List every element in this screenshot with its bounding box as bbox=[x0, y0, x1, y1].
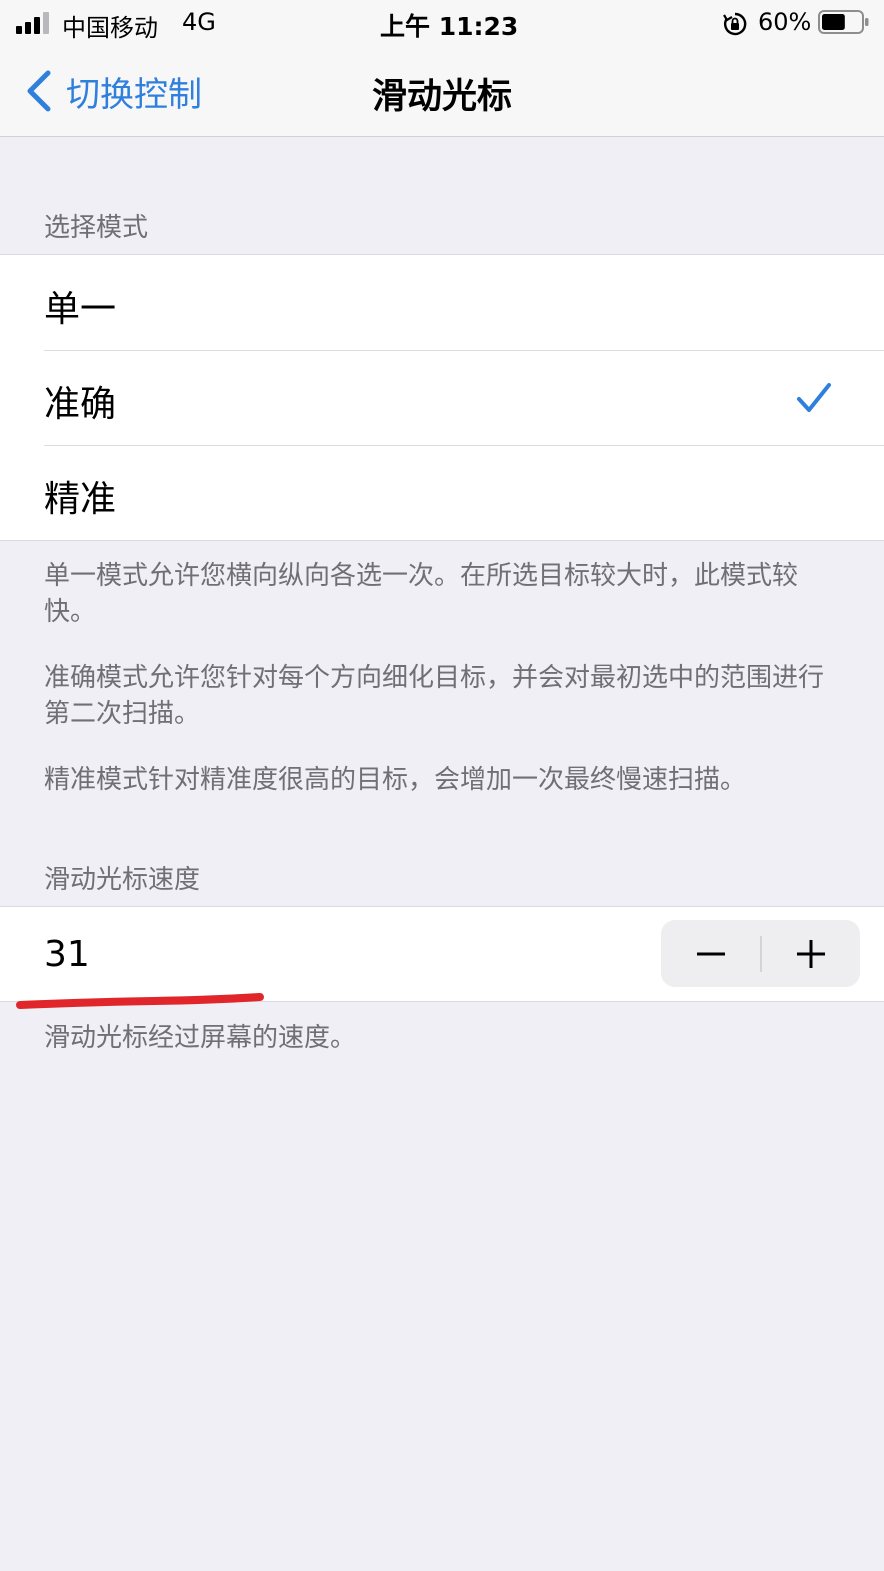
speed-description: 滑动光标经过屏幕的速度。 bbox=[44, 1023, 357, 1053]
section-header-selection-mode: 选择模式 bbox=[44, 213, 149, 243]
page-title: 滑动光标 bbox=[371, 77, 512, 117]
checkmark-icon bbox=[797, 383, 831, 412]
clock: 上午 11:23 bbox=[380, 12, 519, 41]
speed-value: 31 bbox=[44, 934, 90, 975]
option-label: 单一 bbox=[44, 289, 117, 330]
selection-mode-list: 单一 准确 精准 bbox=[0, 254, 884, 541]
option-label: 准确 bbox=[44, 384, 117, 425]
signal-strength-icon bbox=[16, 12, 49, 34]
mode-description-precise: 精准模式针对精准度很高的目标，会增加一次最终慢速扫描。 bbox=[44, 765, 747, 795]
network-type: 4G bbox=[182, 8, 216, 36]
option-precise[interactable]: 精准 bbox=[0, 445, 884, 540]
status-bar: 中国移动 4G 上午 11:23 60% bbox=[0, 0, 884, 46]
decrement-button[interactable] bbox=[661, 920, 760, 987]
minus-icon bbox=[696, 952, 725, 955]
speed-row: 31 bbox=[0, 906, 884, 1002]
red-underline-annotation bbox=[16, 993, 264, 1009]
battery-icon bbox=[818, 10, 869, 34]
option-accurate[interactable]: 准确 bbox=[0, 350, 884, 445]
option-single[interactable]: 单一 bbox=[0, 255, 884, 350]
section-header-speed: 滑动光标速度 bbox=[44, 865, 201, 895]
mode-description-single: 单一模式允许您横向纵向各选一次。在所选目标较大时，此模式较快。 bbox=[44, 561, 799, 627]
plus-icon bbox=[796, 939, 825, 968]
increment-button[interactable] bbox=[761, 920, 860, 987]
battery-percentage: 60% bbox=[758, 8, 812, 36]
option-label: 精准 bbox=[44, 479, 117, 520]
speed-stepper bbox=[661, 920, 860, 987]
rotation-lock-icon bbox=[723, 12, 747, 36]
mode-description-accurate: 准确模式允许您针对每个方向细化目标，并会对最初选中的范围进行第二次扫描。 bbox=[44, 663, 825, 729]
carrier-name: 中国移动 bbox=[62, 14, 158, 42]
navigation-bar: 切换控制 滑动光标 bbox=[0, 46, 884, 137]
